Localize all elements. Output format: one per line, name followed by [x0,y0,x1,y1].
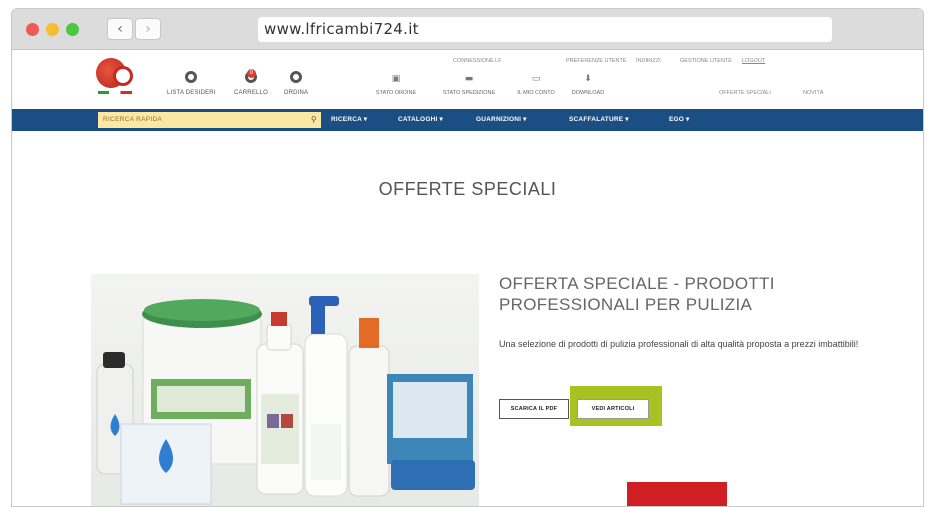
menu-scaffalature[interactable]: SCAFFALATURE ▾ [569,115,629,123]
addresses-link[interactable]: INDIRIZZI [636,58,661,64]
order-icon [290,71,302,83]
minimize-window-button[interactable] [46,23,59,36]
menu-ego[interactable]: EGO ▾ [669,115,690,123]
clipboard-icon: ▣ [391,74,401,84]
red-banner-block [627,482,727,506]
logout-link[interactable]: LOGOUT [742,58,765,64]
address-bar[interactable]: www.lfricambi724.it [258,17,832,42]
order-link[interactable]: ORDINA [280,71,312,96]
search-icon[interactable]: ⚲ [311,112,317,128]
view-items-button[interactable]: VEDI ARTICOLI [577,399,649,419]
user-management-link[interactable]: GESTIONE UTENTE [680,58,732,64]
user-preferences-link[interactable]: PREFERENZE UTENTE [566,58,627,64]
browser-titlebar: ‹ › www.lfricambi724.it [12,9,923,50]
menu-ricerca[interactable]: RICERCA ▾ [331,115,367,123]
chevron-left-icon: ‹ [117,21,123,37]
account-icon: ▭ [531,74,541,84]
shipping-status-link[interactable]: ▬ STATO SPEDIZIONE [441,74,497,96]
news-link[interactable]: NOVITÀ [803,90,823,96]
product-image[interactable] [91,274,479,506]
wishlist-link[interactable]: LISTA DESIDERI [167,71,216,96]
zoom-window-button[interactable] [66,23,79,36]
back-button[interactable]: ‹ [107,18,133,40]
close-window-button[interactable] [26,23,39,36]
download-pdf-button[interactable]: SCARICA IL PDF [499,399,569,419]
connection-link[interactable]: CONNESSIONE LF [453,58,502,64]
browser-window: ‹ › www.lfricambi724.it LISTA DESIDERI 0… [11,8,924,507]
wishlist-icon [185,71,197,83]
page-title: OFFERTE SPECIALI [378,179,557,199]
site-logo[interactable] [96,58,136,94]
cart-icon: 0 [245,69,257,83]
offer-description: Una selezione di prodotti di pulizia pro… [499,339,859,349]
my-account-link[interactable]: ▭ IL MIO CONTO [514,74,558,96]
chevron-right-icon: › [145,21,151,37]
menu-guarnizioni[interactable]: GUARNIZIONI ▾ [476,115,527,123]
download-icon: ⬇ [584,74,592,84]
menu-cataloghi[interactable]: CATALOGHI ▾ [398,115,443,123]
main-menu: RICERCA RAPIDA ⚲ RICERCA ▾ CATALOGHI ▾ G… [12,109,923,131]
quick-search-input[interactable]: RICERCA RAPIDA ⚲ [98,112,321,128]
forward-button[interactable]: › [135,18,161,40]
cart-count-badge: 0 [247,69,256,78]
order-status-link[interactable]: ▣ STATO ORDINE [374,74,418,96]
special-offers-link[interactable]: OFFERTE SPECIALI [719,90,771,96]
download-link[interactable]: ⬇ DOWNLOAD [568,74,608,96]
offer-title: OFFERTA SPECIALE - PRODOTTI PROFESSIONAL… [499,274,775,314]
site-header: LISTA DESIDERI 0 CARRELLO ORDINA ▣ STATO… [12,51,923,109]
truck-icon: ▬ [464,74,474,84]
cart-link[interactable]: 0 CARRELLO [230,69,272,96]
